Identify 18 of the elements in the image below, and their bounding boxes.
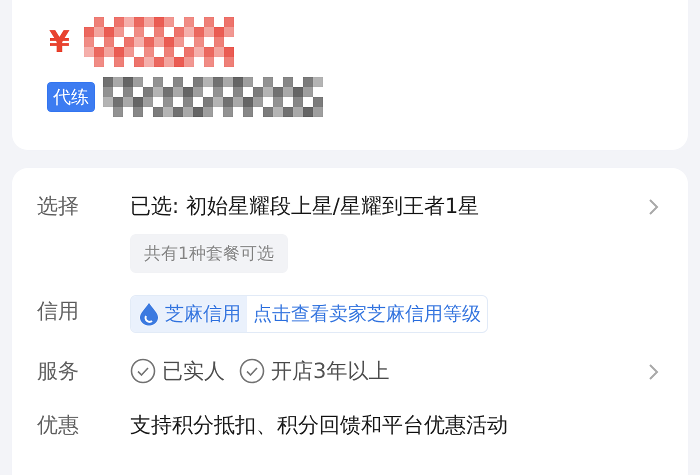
- chevron-right-icon[interactable]: [648, 198, 660, 216]
- chevron-right-icon[interactable]: [648, 363, 660, 381]
- package-count-chip: 共有1种套餐可选: [130, 234, 288, 273]
- credit-link[interactable]: 点击查看卖家芝麻信用等级: [247, 296, 487, 332]
- service-label: 开店3年以上: [271, 358, 390, 385]
- credit-badge: 芝麻信用: [131, 296, 247, 332]
- row-label: 优惠: [37, 412, 80, 439]
- promotion-text: 支持积分抵扣、积分回馈和平台优惠活动: [130, 412, 508, 439]
- check-circle-icon: [239, 358, 265, 384]
- selected-option[interactable]: 已选: 初始星耀段上星/星耀到王者1星: [130, 190, 480, 222]
- drop-icon: [139, 302, 159, 326]
- check-circle-icon: [130, 358, 156, 384]
- row-label: 服务: [37, 358, 80, 385]
- currency-symbol: ¥: [49, 24, 70, 60]
- category-tag: 代练: [47, 82, 95, 112]
- row-label: 选择: [37, 193, 80, 220]
- row-label: 信用: [37, 298, 80, 325]
- service-label: 已实人: [162, 358, 225, 385]
